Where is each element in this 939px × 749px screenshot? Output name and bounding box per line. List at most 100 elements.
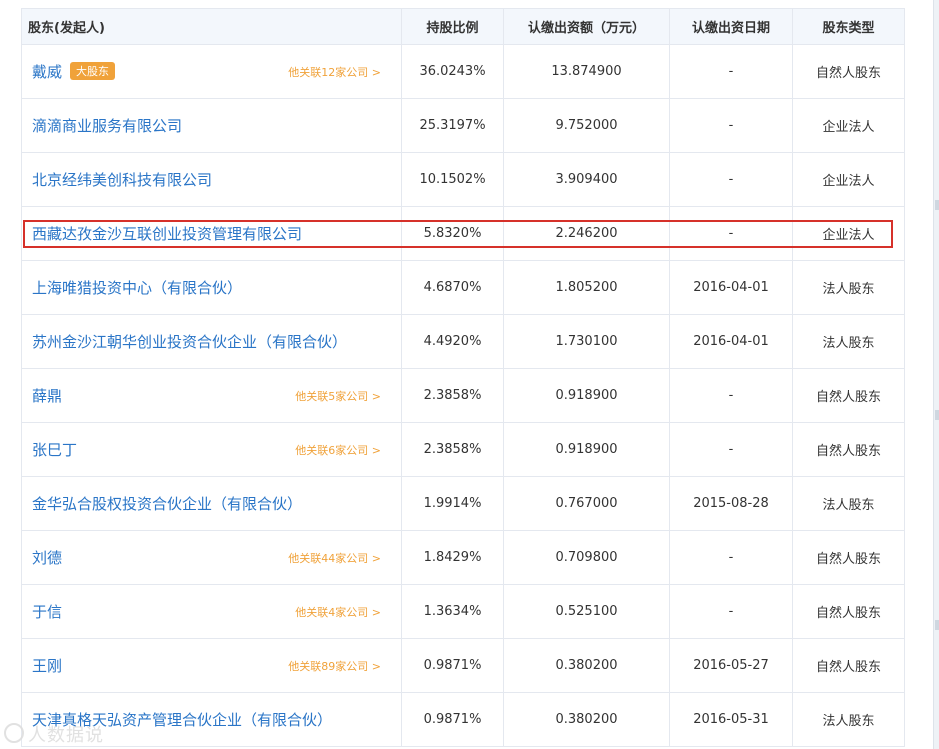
cell-date: 2016-04-01 xyxy=(669,314,793,369)
table-row: 天津真格天弘资产管理合伙企业（有限合伙） 0.9871% 0.380200 2016-… xyxy=(21,692,905,747)
cell-shareholder: 薛鼎 他关联5家公司 > xyxy=(21,368,402,423)
cell-date: - xyxy=(669,206,793,261)
shareholder-link[interactable]: 滴滴商业服务有限公司 xyxy=(32,117,182,135)
table-row: 刘德 他关联44家公司 > 1.8429% 0.709800- 自然人股东 xyxy=(21,530,905,585)
cell-type: 自然人股东 xyxy=(792,368,905,423)
cell-ratio: 0.9871% xyxy=(401,692,504,747)
cell-capital: 2.246200 xyxy=(503,206,670,261)
cell-type: 自然人股东 xyxy=(792,638,905,693)
cell-shareholder: 上海唯猎投资中心（有限合伙） xyxy=(21,260,402,315)
cell-date: - xyxy=(669,368,793,423)
cell-type: 法人股东 xyxy=(792,260,905,315)
table-row: 薛鼎 他关联5家公司 > 2.3858% 0.918900- 自然人股东 xyxy=(21,368,905,423)
related-companies-link[interactable]: 他关联4家公司 > xyxy=(295,604,381,620)
cell-ratio: 1.8429% xyxy=(401,530,504,585)
cell-type: 企业法人 xyxy=(792,206,905,261)
shareholder-link[interactable]: 北京经纬美创科技有限公司 xyxy=(32,171,212,189)
cell-date: - xyxy=(669,44,793,99)
cell-capital: 0.767000 xyxy=(503,476,670,531)
scroll-marker xyxy=(935,200,939,210)
table-row: 张巳丁 他关联6家公司 > 2.3858% 0.918900- 自然人股东 xyxy=(21,422,905,477)
table-header-row: 股东(发起人) 持股比例 认缴出资额（万元） 认缴出资日期 股东类型 xyxy=(21,8,905,45)
cell-capital: 1.730100 xyxy=(503,314,670,369)
table-row: 上海唯猎投资中心（有限合伙） 4.6870% 1.805200 2016-04-01 法… xyxy=(21,260,905,315)
cell-capital: 13.874900 xyxy=(503,44,670,99)
cell-ratio: 4.4920% xyxy=(401,314,504,369)
table-row: 北京经纬美创科技有限公司 10.1502% 3.909400- 企业法人 xyxy=(21,152,905,207)
cell-capital: 0.918900 xyxy=(503,368,670,423)
cell-shareholder: 张巳丁 他关联6家公司 > xyxy=(21,422,402,477)
cell-date: - xyxy=(669,422,793,477)
scroll-marker xyxy=(935,410,939,420)
cell-type: 自然人股东 xyxy=(792,44,905,99)
cell-shareholder: 西藏达孜金沙互联创业投资管理有限公司 xyxy=(21,206,402,261)
table-row: 滴滴商业服务有限公司 25.3197% 9.752000- 企业法人 xyxy=(21,98,905,153)
watermark-text: 人数据说 xyxy=(28,725,104,746)
cell-ratio: 1.9914% xyxy=(401,476,504,531)
cell-date: 2016-05-31 xyxy=(669,692,793,747)
cell-type: 企业法人 xyxy=(792,98,905,153)
shareholder-link[interactable]: 苏州金沙江朝华创业投资合伙企业（有限合伙） xyxy=(32,333,347,351)
cell-shareholder: 金华弘合股权投资合伙企业（有限合伙） xyxy=(21,476,402,531)
cell-capital: 1.805200 xyxy=(503,260,670,315)
cell-ratio: 36.0243% xyxy=(401,44,504,99)
header-ratio[interactable]: 持股比例 xyxy=(401,8,504,45)
watermark-logo-icon xyxy=(4,723,24,743)
cell-date: - xyxy=(669,530,793,585)
shareholder-link[interactable]: 戴威 xyxy=(32,63,62,81)
cell-date: - xyxy=(669,152,793,207)
shareholder-link[interactable]: 金华弘合股权投资合伙企业（有限合伙） xyxy=(32,495,302,513)
major-shareholder-badge: 大股东 xyxy=(70,62,116,80)
cell-type: 自然人股东 xyxy=(792,584,905,639)
table-row: 金华弘合股权投资合伙企业（有限合伙） 1.9914% 0.767000 2015-08… xyxy=(21,476,905,531)
cell-shareholder: 北京经纬美创科技有限公司 xyxy=(21,152,402,207)
cell-ratio: 5.8320% xyxy=(401,206,504,261)
related-companies-link[interactable]: 他关联5家公司 > xyxy=(295,388,381,404)
cell-date: - xyxy=(669,584,793,639)
cell-capital: 0.525100 xyxy=(503,584,670,639)
header-type: 股东类型 xyxy=(792,8,905,45)
table-row: 王刚 他关联89家公司 > 0.9871% 0.380200 2016-05-27 自然人… xyxy=(21,638,905,693)
cell-capital: 0.918900 xyxy=(503,422,670,477)
table-row: 苏州金沙江朝华创业投资合伙企业（有限合伙） 4.4920% 1.730100 2016… xyxy=(21,314,905,369)
watermark: 人数据说 xyxy=(4,721,104,747)
header-capital[interactable]: 认缴出资额（万元） xyxy=(503,8,670,45)
table-row: 于信 他关联4家公司 > 1.3634% 0.525100- 自然人股东 xyxy=(21,584,905,639)
header-shareholder: 股东(发起人) xyxy=(21,8,402,45)
shareholder-link[interactable]: 刘德 xyxy=(32,549,62,567)
related-companies-link[interactable]: 他关联89家公司 > xyxy=(288,658,381,674)
cell-shareholder: 滴滴商业服务有限公司 xyxy=(21,98,402,153)
shareholder-link[interactable]: 王刚 xyxy=(32,657,62,675)
related-companies-link[interactable]: 他关联6家公司 > xyxy=(295,442,381,458)
shareholder-link[interactable]: 于信 xyxy=(32,603,62,621)
cell-type: 企业法人 xyxy=(792,152,905,207)
cell-date: 2015-08-28 xyxy=(669,476,793,531)
cell-shareholder: 苏州金沙江朝华创业投资合伙企业（有限合伙） xyxy=(21,314,402,369)
table-row: 西藏达孜金沙互联创业投资管理有限公司 5.8320% 2.246200- 企业法人 xyxy=(21,206,905,261)
cell-shareholder: 王刚 他关联89家公司 > xyxy=(21,638,402,693)
shareholder-link[interactable]: 薛鼎 xyxy=(32,387,62,405)
cell-type: 自然人股东 xyxy=(792,530,905,585)
shareholder-link[interactable]: 西藏达孜金沙互联创业投资管理有限公司 xyxy=(32,225,302,243)
cell-date: 2016-05-27 xyxy=(669,638,793,693)
cell-capital: 0.380200 xyxy=(503,638,670,693)
cell-shareholder: 戴威 大股东 他关联12家公司 > xyxy=(21,44,402,99)
cell-type: 法人股东 xyxy=(792,692,905,747)
related-companies-link[interactable]: 他关联12家公司 > xyxy=(288,64,381,80)
cell-date: 2016-04-01 xyxy=(669,260,793,315)
cell-ratio: 1.3634% xyxy=(401,584,504,639)
cell-ratio: 4.6870% xyxy=(401,260,504,315)
cell-ratio: 0.9871% xyxy=(401,638,504,693)
cell-capital: 0.380200 xyxy=(503,692,670,747)
cell-ratio: 2.3858% xyxy=(401,422,504,477)
header-date[interactable]: 认缴出资日期 xyxy=(669,8,793,45)
shareholder-link[interactable]: 上海唯猎投资中心（有限合伙） xyxy=(32,279,242,297)
cell-ratio: 2.3858% xyxy=(401,368,504,423)
cell-ratio: 25.3197% xyxy=(401,98,504,153)
shareholder-link[interactable]: 张巳丁 xyxy=(32,441,77,459)
scroll-marker xyxy=(935,620,939,630)
page-scrollbar[interactable] xyxy=(933,0,939,749)
cell-type: 自然人股东 xyxy=(792,422,905,477)
related-companies-link[interactable]: 他关联44家公司 > xyxy=(288,550,381,566)
cell-capital: 3.909400 xyxy=(503,152,670,207)
